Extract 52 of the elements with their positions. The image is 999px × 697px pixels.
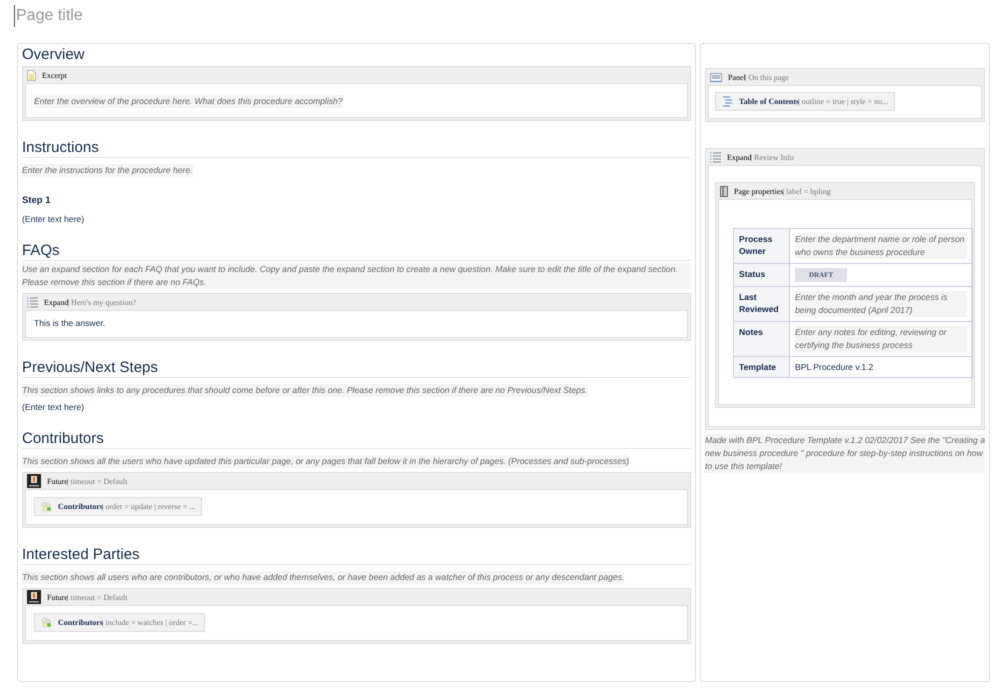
body-text: (Enter text here) [22, 402, 86, 412]
people-icon [41, 617, 52, 628]
instruction-text: Made with BPL Procedure Template v.1.2 02/02/2017 See the "Creating a new business procedure " procedure for step-by-step instructions on how to use this template! [705, 434, 985, 473]
table-cell: Process Owner [734, 228, 790, 264]
table-cell: Enter the month and year the process is being documented (April 2017) [790, 286, 972, 322]
table-cell: Last Reviewed [734, 286, 790, 322]
macro-title: Future| timeout = Default [47, 476, 128, 486]
body-text: This is the answer. [34, 318, 106, 328]
macro-title: Expand| Review Info [727, 152, 794, 162]
instruction-text: This section shows links to any procedures that should come before or after this one. Please remove this section if there are no Previous/Next Steps. [22, 384, 588, 397]
table-cell: Enter the department name or role of person who owns the business procedure [790, 228, 972, 264]
instruction-text: This section shows all users who are contributors, or who have added themselves, or have been added as a watcher of this process or any descendant pages. [22, 571, 624, 584]
table-cell: Enter any notes for editing, reviewing or certifying the business process [790, 322, 972, 356]
section-heading: Previous/Next Steps [22, 359, 691, 378]
macro-title: Page properties| label = bpling [734, 186, 831, 196]
macro-title: Expand| Here's my question? [44, 298, 136, 306]
body-text: (Enter text here) [22, 214, 86, 224]
section-heading: Overview [22, 46, 86, 64]
list-icon [710, 152, 721, 162]
instruction-text: Enter the overview of the procedure here. What does this procedure accomplish? [34, 95, 343, 108]
macro-title: Excerpt [42, 70, 67, 80]
instruction-text: Enter the instructions for the procedure here. [22, 164, 193, 177]
table-cell: Notes [734, 322, 790, 356]
macro-block[interactable]: Future| timeout = Default Contributors| order = update | reverse = ... [22, 472, 691, 528]
macro-title: Panel| On this page [728, 72, 789, 82]
book-icon [720, 186, 728, 196]
panel-icon [710, 72, 722, 82]
macro-block[interactable]: Expand| Here's my question? This is the answer. [22, 293, 691, 341]
outline-icon [722, 96, 733, 107]
macro-block[interactable]: Future| timeout = Default Contributors| include = watches | order =... [22, 588, 691, 644]
section-heading: Contributors [22, 430, 691, 449]
table-cell: Template [734, 356, 790, 378]
section-heading: FAQs [22, 242, 691, 261]
people-icon [41, 501, 52, 512]
list-icon [27, 296, 38, 308]
instruction-text: This section shows all the users who have updated this particular page, or any pages that fall below it in the hierarchy of pages. (Processes and sub-processes) [22, 455, 630, 468]
app-icon [27, 474, 41, 488]
document-icon [27, 70, 36, 80]
table-cell: Status [734, 264, 790, 286]
macro-placeholder[interactable]: Contributors| include = watches | order =... [34, 613, 206, 632]
macro-block[interactable]: Panel| On this page Table of Contents| outline = true | style = no... [705, 68, 985, 122]
section-heading: Interested Parties [22, 546, 691, 565]
macro-title: Future| timeout = Default [47, 592, 128, 602]
step-heading: Step 1 [22, 195, 52, 206]
page-title-field[interactable]: Page title [14, 5, 316, 27]
app-icon [27, 590, 41, 604]
table-cell: BPL Procedure v.1.2 [790, 356, 972, 378]
macro-placeholder[interactable]: Table of Contents| outline = true | style = no... [715, 92, 896, 111]
section-heading: Instructions [22, 139, 691, 158]
instruction-text: Use an expand section for each FAQ that you want to include. Copy and paste the expand section to create a new question. Make sure to edit the title of the expand section. Please remove this section if there are no FAQs. [22, 263, 691, 289]
macro-block[interactable]: Excerpt Enter the overview of the procedure here. What does this procedure accomplish? [22, 66, 691, 121]
macro-placeholder[interactable]: Contributors| order = update | reverse = ... [34, 497, 202, 516]
